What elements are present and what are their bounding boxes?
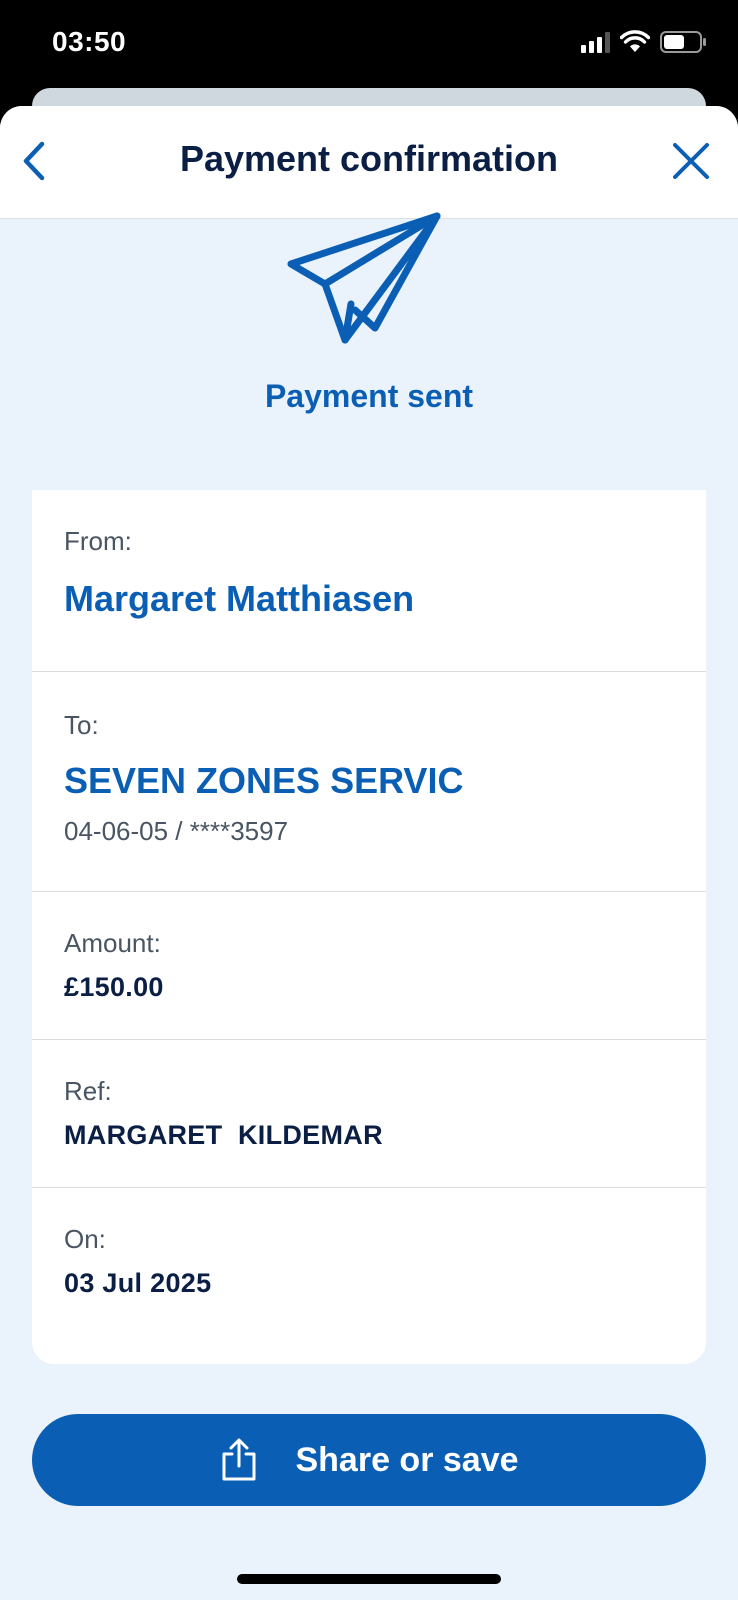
amount-row: Amount: £150.00: [32, 892, 706, 1040]
cellular-signal-icon: [581, 31, 610, 53]
page-title: Payment confirmation: [179, 138, 559, 179]
from-value: Margaret Matthiasen: [64, 578, 415, 619]
status-time: 03:50: [52, 26, 127, 57]
amount-value: £150.00: [64, 972, 164, 1002]
on-value: 03 Jul 2025: [64, 1268, 212, 1298]
ref-row: Ref: MARGARET KILDEMAR: [32, 1040, 706, 1188]
home-indicator: [237, 1574, 501, 1584]
on-label: On:: [64, 1224, 106, 1254]
from-label: From:: [64, 526, 132, 556]
paper-plane-icon: [287, 212, 441, 344]
payment-sent-title: Payment sent: [264, 378, 474, 414]
to-row: To: SEVEN ZONES SERVIC 04-06-05 / ****35…: [32, 672, 706, 892]
wifi-icon: [620, 30, 650, 52]
ref-label: Ref:: [64, 1076, 112, 1106]
share-or-save-button[interactable]: Share or save: [32, 1414, 706, 1506]
close-button[interactable]: [668, 138, 714, 184]
amount-label: Amount:: [64, 928, 161, 958]
close-icon: [673, 143, 709, 179]
payment-confirmation-sheet: Payment confirmation Payment sent From: …: [0, 106, 738, 1600]
share-or-save-label: Share or save: [295, 1440, 519, 1479]
to-label: To:: [64, 710, 99, 740]
to-value: SEVEN ZONES SERVIC: [64, 760, 464, 801]
share-icon: [222, 1438, 256, 1481]
ref-value: MARGARET KILDEMAR: [64, 1120, 383, 1150]
payment-details-card: From: Margaret Matthiasen To: SEVEN ZONE…: [32, 490, 706, 1364]
status-icons: [581, 30, 708, 54]
status-bar: 03:50: [0, 0, 738, 90]
from-row: From: Margaret Matthiasen: [32, 490, 706, 672]
to-account: 04-06-05 / ****3597: [64, 816, 289, 846]
battery-icon: [660, 31, 706, 53]
nav-bar: Payment confirmation: [0, 106, 738, 219]
date-row: On: 03 Jul 2025: [32, 1188, 706, 1364]
